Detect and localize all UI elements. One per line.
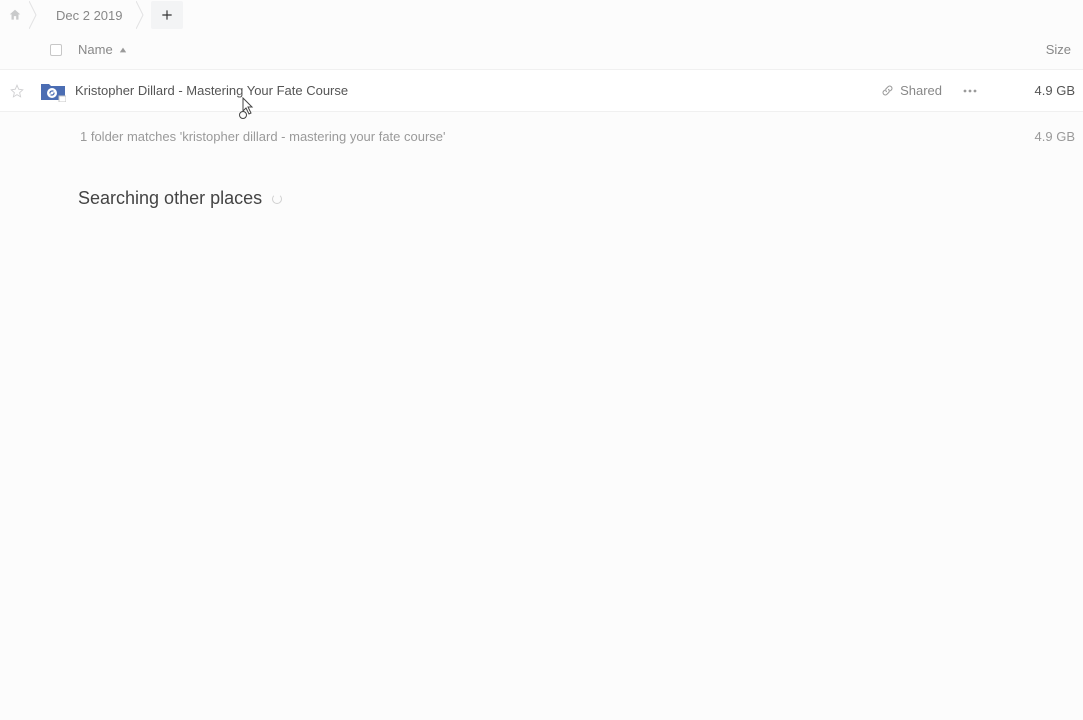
star-icon (10, 84, 24, 98)
column-size-label: Size (1046, 42, 1071, 57)
favorite-star-button[interactable] (6, 84, 28, 98)
link-icon (881, 84, 894, 97)
home-icon[interactable] (2, 0, 28, 30)
file-size: 4.9 GB (1020, 83, 1075, 98)
shared-label: Shared (900, 83, 942, 98)
chevron-right-icon (135, 1, 145, 29)
sort-asc-icon (119, 46, 127, 54)
folder-link-icon (38, 80, 68, 102)
shared-indicator[interactable]: Shared (881, 83, 942, 98)
searching-heading: Searching other places (0, 148, 1083, 209)
breadcrumb-bar: Dec 2 2019 (0, 0, 1083, 30)
results-summary: 1 folder matches 'kristopher dillard - m… (0, 112, 1083, 148)
dots-horizontal-icon (963, 89, 977, 93)
more-actions-button[interactable] (960, 89, 980, 93)
spinner-icon (272, 194, 282, 204)
breadcrumb-current-label: Dec 2 2019 (56, 8, 123, 23)
table-row[interactable]: Kristopher Dillard - Mastering Your Fate… (0, 70, 1083, 112)
column-name-label: Name (78, 42, 113, 57)
plus-icon (160, 8, 174, 22)
file-name[interactable]: Kristopher Dillard - Mastering Your Fate… (75, 83, 881, 98)
column-name[interactable]: Name (78, 42, 1015, 57)
column-header-row: Name Size (0, 30, 1083, 70)
breadcrumb-current[interactable]: Dec 2 2019 (38, 1, 135, 29)
results-summary-size: 4.9 GB (1020, 129, 1075, 144)
select-all-checkbox[interactable] (50, 44, 62, 56)
results-summary-text: 1 folder matches 'kristopher dillard - m… (80, 129, 1020, 144)
searching-heading-label: Searching other places (78, 188, 262, 209)
add-button[interactable] (151, 1, 183, 29)
chevron-right-icon (28, 1, 38, 29)
column-size[interactable]: Size (1015, 42, 1075, 57)
